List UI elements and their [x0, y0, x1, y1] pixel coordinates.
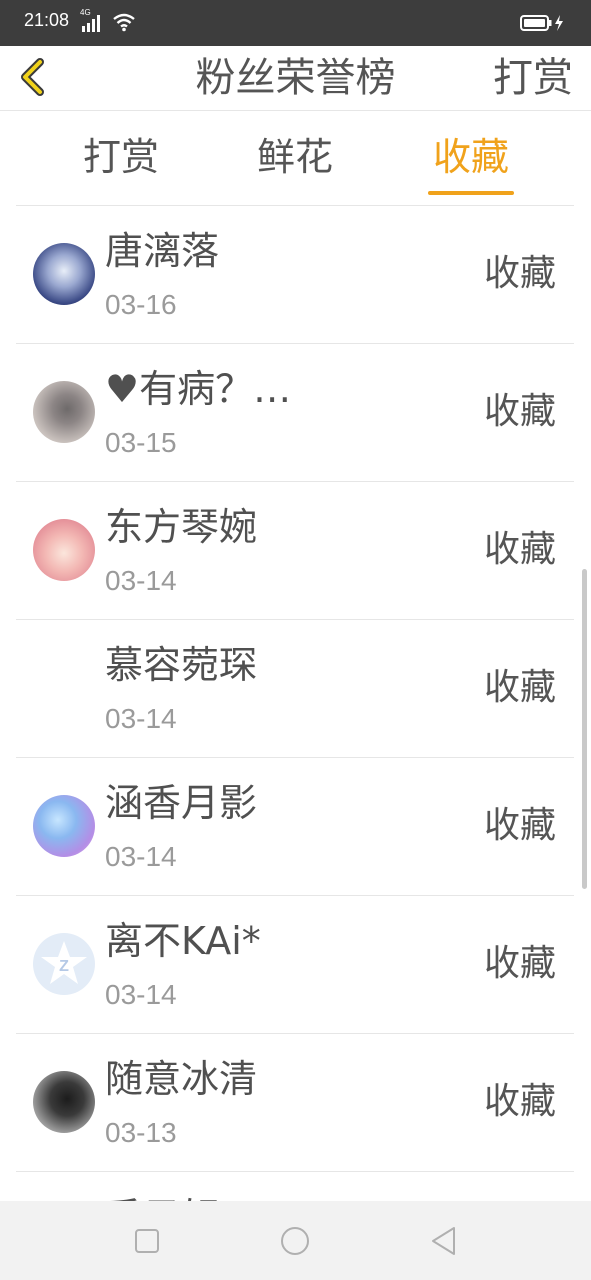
- tab-collect[interactable]: 收藏: [428, 129, 514, 199]
- date: 03-14: [105, 565, 177, 596]
- list-item[interactable]: 随意冰清 03-13 收藏: [16, 1034, 574, 1172]
- avatar: [33, 795, 95, 857]
- wifi-icon: [113, 13, 135, 32]
- battery-icon: [520, 15, 563, 31]
- tab-reward-label: 打赏: [82, 135, 159, 179]
- recent-apps-button[interactable]: [129, 1223, 165, 1259]
- action-label: 收藏: [483, 529, 556, 570]
- user-name: 涵香月影: [105, 781, 258, 825]
- fan-list[interactable]: 唐漓落 03-16 收藏 ♥有病？… 03-15 收藏 东方琴婉 03-14 收…: [0, 201, 591, 1201]
- list-item[interactable]: 慕容菀琛 03-14 收藏: [16, 620, 574, 758]
- back-nav-button[interactable]: [426, 1223, 462, 1259]
- user-name: 东方琴婉: [105, 505, 258, 549]
- status-bar: 21:08 4G: [0, 0, 591, 46]
- date: 03-16: [105, 289, 177, 320]
- list-item[interactable]: 香子轩: [16, 1172, 574, 1201]
- user-name: 随意冰清: [105, 1057, 258, 1101]
- date: 03-13: [105, 1117, 177, 1148]
- status-time: 21:08: [24, 10, 70, 30]
- user-name: 唐漓落: [105, 229, 220, 273]
- avatar: [33, 243, 95, 305]
- action-label: 收藏: [483, 1081, 556, 1122]
- action-label: 收藏: [483, 391, 556, 432]
- action-label: 收藏: [483, 805, 556, 846]
- date: 03-15: [105, 427, 177, 458]
- tab-bar: 打赏 鲜花 收藏: [0, 111, 591, 201]
- scrollbar[interactable]: [582, 569, 587, 889]
- default-avatar-icon: Z: [41, 941, 87, 984]
- action-label: 收藏: [483, 667, 556, 708]
- system-nav-bar: [0, 1201, 591, 1280]
- active-tab-indicator: [428, 191, 514, 195]
- tab-flowers-label: 鲜花: [256, 135, 333, 179]
- avatar: [33, 657, 95, 719]
- list-item[interactable]: 东方琴婉 03-14 收藏: [16, 482, 574, 620]
- date: 03-14: [105, 703, 177, 734]
- avatar: [33, 381, 95, 443]
- header: 粉丝荣誉榜 打赏: [0, 46, 591, 111]
- avatar: [33, 1071, 95, 1133]
- user-name: 离不KAi*: [105, 919, 261, 963]
- user-name: ♥有病？…: [105, 367, 292, 411]
- date: 03-14: [105, 841, 177, 872]
- home-button[interactable]: [277, 1223, 313, 1259]
- list-item[interactable]: 涵香月影 03-14 收藏: [16, 758, 574, 896]
- list-item[interactable]: ♥有病？… 03-15 收藏: [16, 344, 574, 482]
- action-label: 收藏: [483, 253, 556, 294]
- tab-flowers[interactable]: 鲜花: [252, 129, 338, 199]
- avatar: Z: [33, 933, 95, 995]
- avatar: [33, 519, 95, 581]
- svg-text:Z: Z: [59, 958, 69, 975]
- user-name: 慕容菀琛: [105, 643, 258, 687]
- list-item[interactable]: 唐漓落 03-16 收藏: [16, 206, 574, 344]
- action-label: 收藏: [483, 943, 556, 984]
- list-item[interactable]: Z 离不KAi* 03-14 收藏: [16, 896, 574, 1034]
- reward-button[interactable]: 打赏: [493, 52, 573, 104]
- signal-icon: [82, 15, 100, 32]
- tab-collect-label: 收藏: [432, 135, 509, 179]
- user-name: 香子轩: [105, 1192, 219, 1201]
- tab-reward[interactable]: 打赏: [78, 129, 164, 199]
- date: 03-14: [105, 979, 177, 1010]
